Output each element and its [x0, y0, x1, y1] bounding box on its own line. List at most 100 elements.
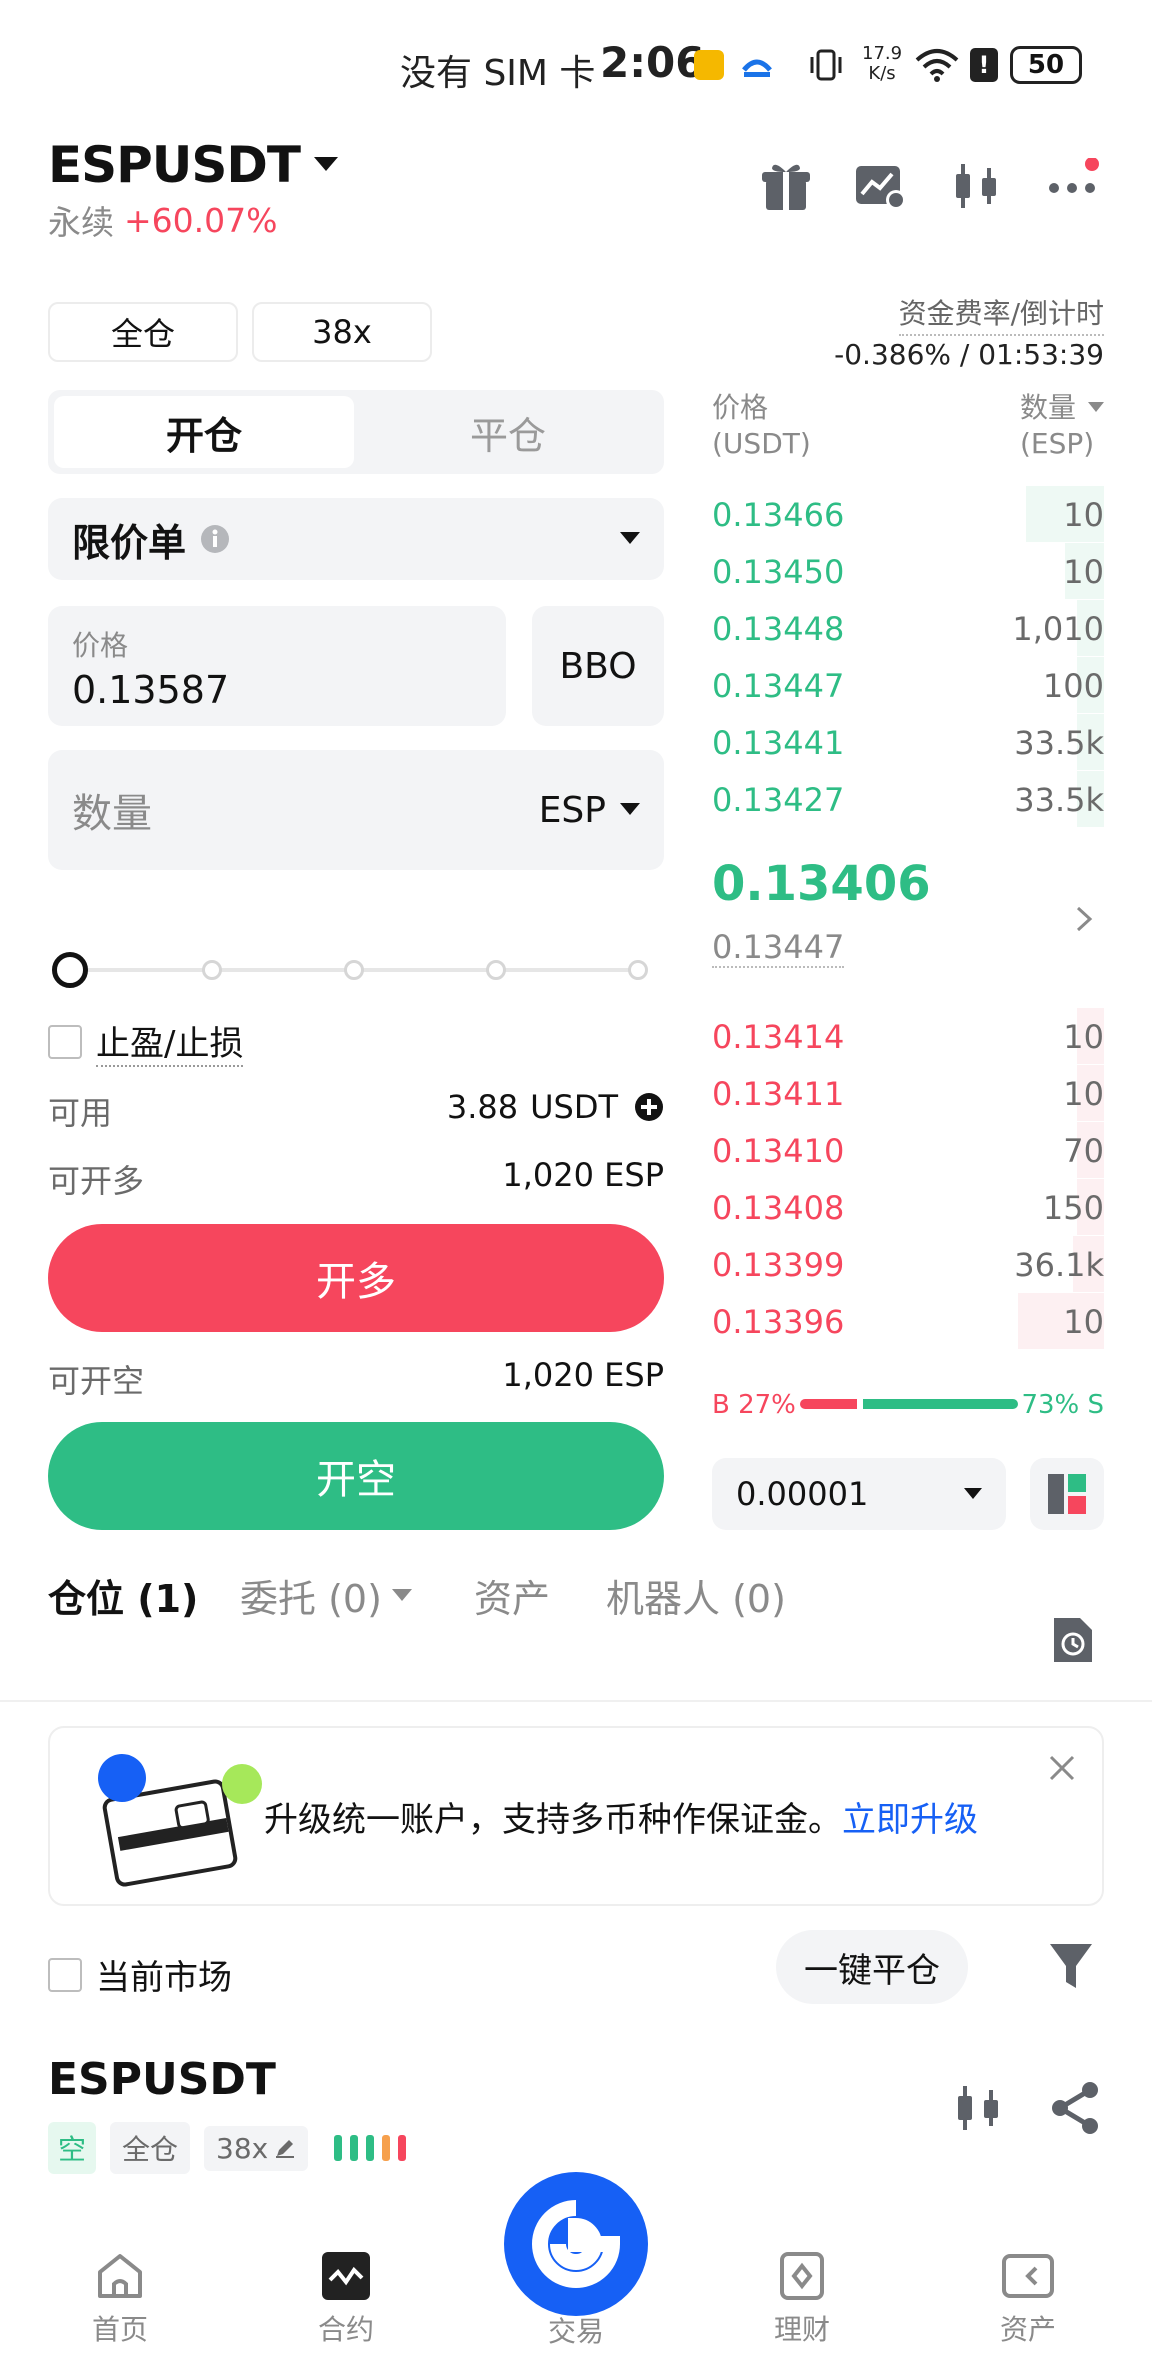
- order-type-select[interactable]: 限价单: [48, 498, 664, 580]
- orderbook-row[interactable]: 0.13427 33.5k: [712, 771, 1104, 827]
- orderbook-qty: 70: [1063, 1132, 1104, 1170]
- chart-settings-icon[interactable]: [852, 158, 908, 214]
- more-icon[interactable]: [1046, 158, 1102, 214]
- orderbook-row[interactable]: 0.13399 36.1k: [712, 1236, 1104, 1292]
- side-badge: 空: [48, 2122, 97, 2174]
- network-speed: 17.9 K/s: [862, 43, 903, 84]
- leverage-badge[interactable]: 38x: [204, 2125, 309, 2171]
- tpsl-checkbox[interactable]: [48, 1024, 82, 1059]
- max-short-value: 1,020 ESP: [502, 1356, 664, 1394]
- orderbook-layout-icon[interactable]: [1030, 1458, 1104, 1530]
- close-all-button[interactable]: 一键平仓: [776, 1930, 968, 2004]
- price-change: +60.07%: [124, 200, 278, 240]
- orderbook-price: 0.13447: [712, 667, 845, 705]
- pair-selector[interactable]: ESPUSDT: [48, 136, 339, 194]
- position-pair[interactable]: ESPUSDT: [48, 2054, 276, 2105]
- max-long-value: 1,020 ESP: [502, 1156, 664, 1194]
- info-icon[interactable]: [200, 524, 230, 554]
- nav-earn[interactable]: 理财: [712, 2250, 892, 2348]
- risk-level-icon: [332, 2133, 416, 2163]
- candlestick-icon[interactable]: [950, 2080, 1006, 2136]
- orderbook-row[interactable]: 0.13441 33.5k: [712, 714, 1104, 770]
- chevron-down-icon: [391, 1588, 412, 1603]
- slider-step[interactable]: [344, 960, 364, 980]
- nav-assets[interactable]: 资产: [938, 2250, 1118, 2348]
- ratio-bar: [800, 1399, 1018, 1409]
- add-funds-icon[interactable]: [634, 1092, 664, 1122]
- tab-positions[interactable]: 仓位 (1): [48, 1568, 198, 1623]
- share-icon[interactable]: [1048, 2080, 1104, 2136]
- history-icon[interactable]: [1050, 1614, 1096, 1666]
- orderbook-price: 0.13466: [712, 496, 845, 534]
- pair-subtitle: 永续 +60.07%: [48, 196, 277, 244]
- orderbook-qty: 33.5k: [1014, 781, 1104, 819]
- tpsl-label: 止盈/止损: [96, 1016, 244, 1067]
- candlestick-icon[interactable]: [948, 158, 1004, 214]
- chevron-down-icon: [964, 1488, 982, 1500]
- orderbook-row[interactable]: 0.13396 10: [712, 1293, 1104, 1349]
- current-market-checkbox[interactable]: [48, 1957, 82, 1992]
- funding-rate-label[interactable]: 资金费率/倒计时: [898, 292, 1104, 336]
- precision-select[interactable]: 0.00001: [712, 1458, 1006, 1530]
- orderbook-price: 0.13396: [712, 1303, 845, 1341]
- mark-price[interactable]: 0.13447: [712, 928, 845, 968]
- pair-name: ESPUSDT: [48, 136, 301, 194]
- wallet-illustration-icon: [80, 1748, 270, 1888]
- orderbook-row[interactable]: 0.13408 150: [712, 1179, 1104, 1235]
- current-market-toggle[interactable]: 当前市场: [48, 1950, 232, 1999]
- orderbook-row[interactable]: 0.13448 1,010: [712, 600, 1104, 656]
- chevron-right-icon[interactable]: [1074, 904, 1094, 934]
- orderbook-row[interactable]: 0.13414 10: [712, 1008, 1104, 1064]
- orderbook-row[interactable]: 0.13466 10: [712, 486, 1104, 542]
- filter-icon[interactable]: [1048, 1942, 1094, 1992]
- carrier-text: 没有 SIM 卡: [400, 53, 596, 94]
- orderbook-row[interactable]: 0.13410 70: [712, 1122, 1104, 1178]
- price-field[interactable]: 价格 0.13587: [48, 606, 506, 726]
- open-long-button[interactable]: 开多: [48, 1224, 664, 1332]
- tab-close[interactable]: 平仓: [358, 396, 658, 468]
- leverage-button[interactable]: 38x: [252, 302, 432, 362]
- ratio-bar-sell: [863, 1399, 1018, 1409]
- divider: [0, 1700, 1152, 1702]
- alert-icon: !: [970, 48, 998, 82]
- slider-handle[interactable]: [52, 952, 88, 988]
- upgrade-banner[interactable]: 升级统一账户，支持多币种作保证金。 立即升级: [48, 1726, 1104, 1906]
- tab-orders[interactable]: 委托 (0): [240, 1568, 412, 1623]
- available-label: 可用: [48, 1094, 113, 1132]
- available-unit: USDT: [530, 1088, 618, 1126]
- max-long-label: 可开多: [48, 1162, 145, 1200]
- tab-assets[interactable]: 资产: [474, 1568, 550, 1623]
- quantity-field[interactable]: 数量 ESP: [48, 750, 664, 870]
- quantity-unit[interactable]: ESP: [539, 790, 606, 831]
- slider-step[interactable]: [486, 960, 506, 980]
- orderbook-price: 0.13410: [712, 1132, 845, 1170]
- trade-button[interactable]: [504, 2172, 648, 2316]
- orderbook-row[interactable]: 0.13450 10: [712, 543, 1104, 599]
- ratio-bar-buy: [800, 1399, 857, 1409]
- orderbook-qty: 33.5k: [1014, 724, 1104, 762]
- margin-mode-badge: 全仓: [110, 2122, 191, 2174]
- slider-step[interactable]: [628, 960, 648, 980]
- bbo-button[interactable]: BBO: [532, 606, 664, 726]
- orderbook-price: 0.13414: [712, 1018, 845, 1056]
- close-icon[interactable]: [1048, 1754, 1076, 1782]
- nav-home[interactable]: 首页: [30, 2250, 210, 2348]
- quantity-slider[interactable]: [52, 952, 660, 988]
- margin-mode-button[interactable]: 全仓: [48, 302, 238, 362]
- orderbook-qty-header[interactable]: 数量 (ESP): [1020, 390, 1104, 462]
- nav-trade-label[interactable]: 交易: [486, 2304, 666, 2350]
- orderbook-row[interactable]: 0.13411 10: [712, 1065, 1104, 1121]
- gift-icon[interactable]: [758, 158, 814, 214]
- nav-futures[interactable]: 合约: [256, 2250, 436, 2348]
- chevron-down-icon: [314, 157, 339, 173]
- orderbook-price: 0.13448: [712, 610, 845, 648]
- orderbook-row[interactable]: 0.13447 100: [712, 657, 1104, 713]
- slider-step[interactable]: [202, 960, 222, 980]
- open-short-button[interactable]: 开空: [48, 1422, 664, 1530]
- upgrade-link[interactable]: 立即升级: [842, 1792, 978, 1841]
- quantity-placeholder: 数量: [72, 791, 152, 837]
- tab-bots[interactable]: 机器人 (0): [606, 1568, 786, 1623]
- home-icon: [30, 2250, 210, 2302]
- tpsl-toggle[interactable]: 止盈/止损: [48, 1016, 244, 1067]
- tab-open[interactable]: 开仓: [54, 396, 354, 468]
